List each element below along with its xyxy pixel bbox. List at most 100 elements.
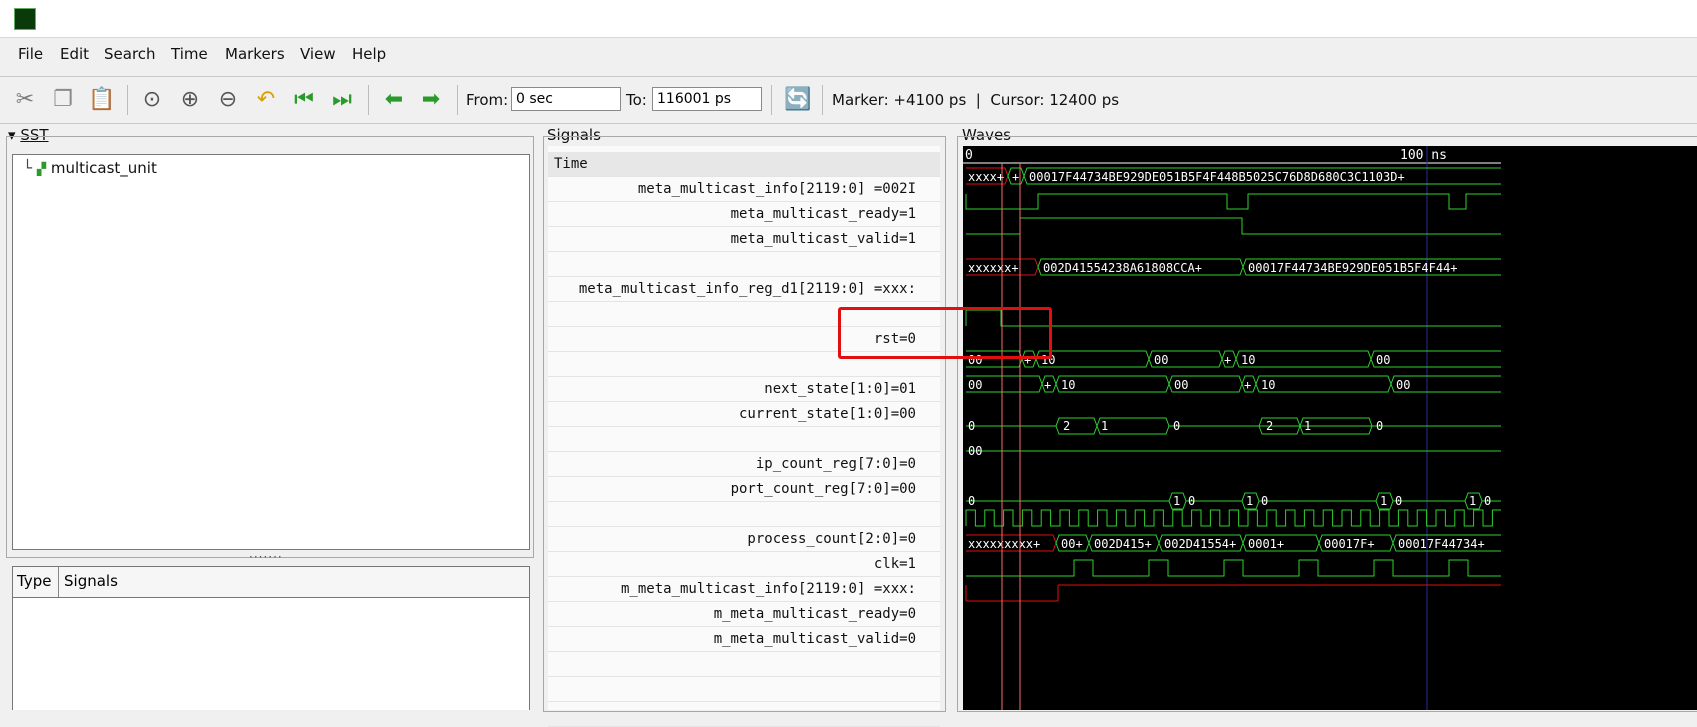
paste-icon[interactable]: 📋 bbox=[88, 87, 115, 113]
signal-row[interactable]: clk=1 bbox=[548, 552, 940, 577]
bus-label: 00 bbox=[1174, 378, 1188, 392]
bus-label: + bbox=[1224, 353, 1231, 367]
menu-help[interactable]: Help bbox=[352, 45, 386, 63]
bus-label: 10 bbox=[1241, 353, 1255, 367]
type-column-header[interactable]: Type bbox=[17, 572, 51, 590]
type-signals-list[interactable] bbox=[12, 598, 530, 710]
menu-view[interactable]: View bbox=[300, 45, 336, 63]
signal-row[interactable]: m_meta_multicast_valid=0 bbox=[548, 627, 940, 652]
undo-zoom-icon[interactable]: ↶ bbox=[253, 87, 279, 113]
bus-label: + bbox=[1244, 378, 1251, 392]
shift-left-icon[interactable]: ⬅ bbox=[381, 87, 407, 113]
signal-label: m_meta_multicast_valid=0 bbox=[713, 631, 916, 647]
jump-end-icon[interactable]: ⏭ bbox=[329, 87, 355, 113]
signal-row[interactable] bbox=[548, 252, 940, 277]
signal-row[interactable]: meta_multicast_info_reg_d1[2119:0] =xxx: bbox=[548, 277, 940, 302]
signal-label: meta_multicast_info[2119:0] =002I bbox=[637, 181, 916, 197]
wave-ip-count-reg: 0 2 1 0 2 1 0 bbox=[966, 417, 1501, 435]
zoom-in-icon[interactable]: ⊕ bbox=[177, 87, 203, 113]
time-header-row: Time bbox=[548, 152, 940, 177]
bus-label: 00017F44734BE929DE051B5F4F448B5025C76D8D… bbox=[1029, 170, 1405, 184]
bus-label: 00 bbox=[968, 378, 982, 392]
wave-current-state: 00 + 10 00 + 10 00 bbox=[966, 375, 1501, 393]
menu-edit[interactable]: Edit bbox=[60, 45, 89, 63]
menu-markers[interactable]: Markers bbox=[225, 45, 285, 63]
signals-list[interactable]: Time meta_multicast_info[2119:0] =002I me… bbox=[548, 146, 940, 727]
signal-row[interactable]: process_count[2:0]=0 bbox=[548, 527, 940, 552]
marker-cursor-readout: Marker: +4100 ps | Cursor: 12400 ps bbox=[832, 91, 1120, 109]
copy-icon[interactable]: ❐ bbox=[50, 87, 76, 113]
sst-tree[interactable]: └ ▞ multicast_unit bbox=[12, 154, 530, 550]
bus-label: 002D415+ bbox=[1094, 537, 1152, 551]
reload-icon[interactable]: 🔄 bbox=[784, 87, 811, 113]
signal-row[interactable]: meta_multicast_ready=1 bbox=[548, 202, 940, 227]
signal-label: m_meta_multicast_info[2119:0] =xxx: bbox=[620, 581, 916, 597]
bus-label: 002D41554+ bbox=[1164, 537, 1236, 551]
signal-label: current_state[1:0]=00 bbox=[738, 406, 916, 422]
signal-label: clk=1 bbox=[873, 556, 916, 572]
signal-row[interactable]: port_count_reg[7:0]=00 bbox=[548, 477, 940, 502]
signal-row[interactable] bbox=[548, 502, 940, 527]
bus-label: 1 bbox=[1173, 494, 1180, 508]
window-titlebar bbox=[0, 0, 1697, 38]
zoom-fit-icon[interactable]: ⊙ bbox=[139, 87, 165, 113]
signal-label: port_count_reg[7:0]=00 bbox=[730, 481, 916, 497]
signal-row[interactable] bbox=[548, 702, 940, 727]
signals-column-header[interactable]: Signals bbox=[64, 572, 118, 590]
cut-icon[interactable]: ✂ bbox=[12, 87, 38, 113]
bus-label: 10 bbox=[1061, 378, 1075, 392]
wave-meta-multicast-valid bbox=[966, 217, 1501, 235]
bus-label: 0 bbox=[1188, 494, 1195, 508]
toolbar-separator bbox=[457, 85, 458, 115]
bus-label: 00 bbox=[1396, 378, 1410, 392]
signal-row[interactable]: m_meta_multicast_ready=0 bbox=[548, 602, 940, 627]
bus-label: 0 bbox=[1484, 494, 1491, 508]
to-input[interactable] bbox=[652, 87, 762, 111]
wave-m-meta-multicast-ready bbox=[966, 559, 1501, 577]
tree-item-label: multicast_unit bbox=[50, 159, 157, 177]
jump-start-icon[interactable]: ⏮ bbox=[291, 87, 317, 113]
signal-row[interactable]: next_state[1:0]=01 bbox=[548, 377, 940, 402]
from-input[interactable] bbox=[511, 87, 621, 111]
tree-item-multicast-unit[interactable]: └ ▞ multicast_unit bbox=[23, 159, 157, 177]
bus-label: xxxxxxxxx+ bbox=[968, 537, 1040, 551]
zoom-out-icon[interactable]: ⊖ bbox=[215, 87, 241, 113]
signal-label: meta_multicast_ready=1 bbox=[730, 206, 916, 222]
menu-file[interactable]: File bbox=[18, 45, 43, 63]
bus-label: 00 bbox=[968, 444, 982, 458]
toolbar-separator bbox=[127, 85, 128, 115]
wave-meta-multicast-info-reg-d1: xxxxxx+ 002D41554238A61808CCA+ 00017F447… bbox=[966, 258, 1501, 276]
time-header-label: Time bbox=[554, 156, 588, 172]
toolbar-separator bbox=[771, 85, 772, 115]
pane-splitter-handle[interactable]: ······· bbox=[249, 550, 283, 564]
signal-label: meta_multicast_info_reg_d1[2119:0] =xxx: bbox=[578, 281, 916, 297]
from-label: From: bbox=[466, 91, 509, 109]
bus-label: 00 bbox=[1154, 353, 1168, 367]
shift-right-icon[interactable]: ➡ bbox=[418, 87, 444, 113]
signal-row[interactable]: meta_multicast_valid=1 bbox=[548, 227, 940, 252]
bus-label: 00017F44734BE929DE051B5F4F44+ bbox=[1248, 261, 1458, 275]
signal-row[interactable]: current_state[1:0]=00 bbox=[548, 402, 940, 427]
bus-label: 10 bbox=[1261, 378, 1275, 392]
menu-search[interactable]: Search bbox=[104, 45, 156, 63]
bus-label: 00017F+ bbox=[1324, 537, 1375, 551]
bus-label: xxxxxx+ bbox=[968, 261, 1019, 275]
signal-row[interactable] bbox=[548, 652, 940, 677]
bus-label: 00 bbox=[1376, 353, 1390, 367]
waveform-canvas[interactable]: 0 100 ns xxxx+ + 00017F44734BE929DE051B5… bbox=[963, 146, 1697, 710]
signal-row[interactable]: meta_multicast_info[2119:0] =002I bbox=[548, 177, 940, 202]
bus-label: 0 bbox=[1173, 419, 1180, 433]
signal-label: process_count[2:0]=0 bbox=[747, 531, 916, 547]
signal-label: next_state[1:0]=01 bbox=[764, 381, 916, 397]
signal-row[interactable] bbox=[548, 677, 940, 702]
signal-row[interactable] bbox=[548, 427, 940, 452]
signal-row[interactable]: m_meta_multicast_info[2119:0] =xxx: bbox=[548, 577, 940, 602]
wave-m-meta-multicast-info: xxxxxxxxx+ 00+ 002D415+ 002D41554+ 0001+… bbox=[966, 534, 1501, 552]
bus-label: 0 bbox=[968, 419, 975, 433]
bus-label: 00+ bbox=[1061, 537, 1083, 551]
bus-label: 1 bbox=[1246, 494, 1253, 508]
menu-time[interactable]: Time bbox=[171, 45, 208, 63]
bus-label: 0 bbox=[1376, 419, 1383, 433]
signal-row[interactable]: ip_count_reg[7:0]=0 bbox=[548, 452, 940, 477]
bus-label: + bbox=[1044, 378, 1051, 392]
